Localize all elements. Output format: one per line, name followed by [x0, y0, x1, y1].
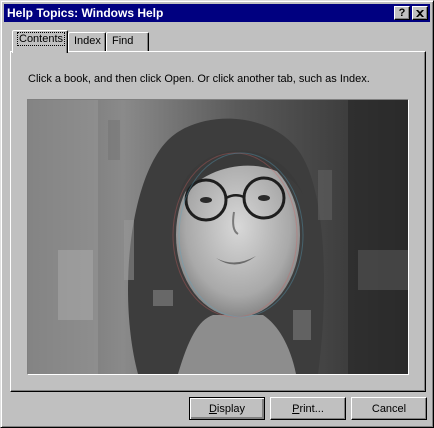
display-mnemonic: D — [208, 402, 217, 415]
cancel-label: Cancel — [371, 402, 407, 415]
instruction-text: Click a book, and then click Open. Or cl… — [28, 73, 370, 85]
display-button[interactable]: Display — [189, 397, 265, 420]
help-button[interactable]: ? — [394, 6, 410, 20]
portrait-photo — [28, 100, 408, 374]
tab-contents-label: Contents — [16, 32, 66, 46]
print-label-rest: rint... — [299, 402, 324, 415]
display-label-rest: isplay — [216, 402, 246, 415]
print-button[interactable]: Print... — [270, 397, 346, 420]
contents-panel: Click a book, and then click Open. Or cl… — [10, 51, 426, 392]
window-title: Help Topics: Windows Help — [7, 6, 164, 20]
contents-list-area[interactable] — [27, 99, 409, 375]
cancel-button[interactable]: Cancel — [351, 397, 427, 420]
tab-index-label: Index — [74, 35, 101, 47]
close-button[interactable] — [412, 6, 428, 20]
tab-find[interactable]: Find — [106, 32, 149, 51]
close-icon — [416, 9, 424, 17]
tab-find-label: Find — [112, 35, 134, 47]
tab-contents[interactable]: Contents — [12, 30, 68, 53]
title-bar[interactable]: Help Topics: Windows Help ? — [4, 4, 430, 22]
tab-index[interactable]: Index — [68, 32, 106, 51]
help-topics-window: Help Topics: Windows Help ? Contents Ind… — [0, 0, 434, 428]
print-mnemonic: P — [292, 402, 300, 415]
